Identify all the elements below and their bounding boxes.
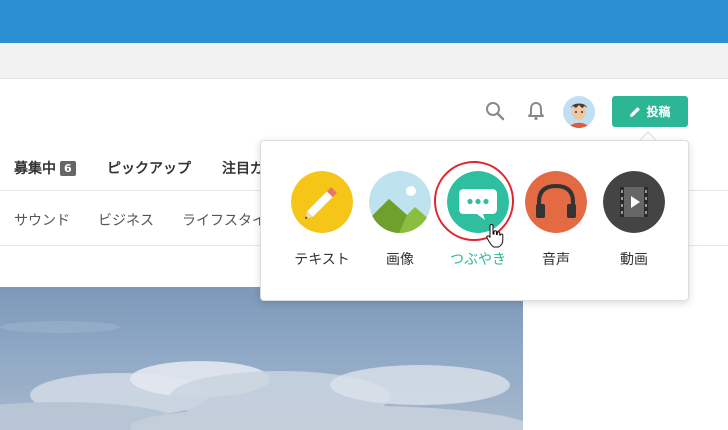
bell-icon <box>528 102 544 121</box>
category-business[interactable]: ビジネス <box>98 210 154 230</box>
hero-image[interactable] <box>0 287 523 430</box>
menu-item-text[interactable]: テキスト <box>282 171 362 269</box>
search-button[interactable] <box>483 99 507 123</box>
menu-item-label: 画像 <box>386 252 414 268</box>
tab-recruiting[interactable]: 募集中 6 <box>14 158 76 178</box>
headphones-icon <box>525 171 587 233</box>
category-lifestyle[interactable]: ライフスタイ <box>182 210 266 230</box>
tab-trending[interactable]: 注目ガ <box>222 158 264 178</box>
search-icon <box>486 102 505 121</box>
notification-button[interactable] <box>524 99 548 123</box>
post-button[interactable]: 投稿 <box>612 96 688 127</box>
category-sound[interactable]: サウンド <box>14 210 70 230</box>
avatar-icon <box>563 96 595 128</box>
tab-label: 注目ガ <box>222 161 264 177</box>
image-icon <box>369 171 431 233</box>
menu-item-label: 動画 <box>620 252 648 268</box>
user-avatar[interactable] <box>563 96 595 128</box>
film-icon <box>603 171 665 233</box>
top-bar <box>0 0 728 43</box>
menu-item-label: テキスト <box>294 252 350 268</box>
sub-bar <box>0 43 728 79</box>
header-actions: 投稿 <box>0 95 728 129</box>
clouds-image <box>0 321 523 430</box>
post-type-menu: テキスト 画像 つぶやき 音声 動画 <box>260 140 689 301</box>
hand-cursor-icon <box>486 224 504 248</box>
tab-label: ピックアップ <box>107 161 191 177</box>
menu-item-audio[interactable]: 音声 <box>516 171 596 269</box>
post-button-label: 投稿 <box>646 105 671 119</box>
menu-item-label: つぶやき <box>450 252 506 268</box>
menu-item-image[interactable]: 画像 <box>360 171 440 269</box>
menu-item-video[interactable]: 動画 <box>594 171 674 269</box>
pencil-icon <box>291 171 353 233</box>
tab-label: 募集中 <box>14 161 56 177</box>
menu-item-label: 音声 <box>542 252 570 268</box>
tab-badge: 6 <box>60 161 76 176</box>
tab-pickup[interactable]: ピックアップ <box>107 158 191 178</box>
pencil-icon <box>630 106 641 117</box>
menu-item-murmur[interactable]: つぶやき <box>438 171 518 269</box>
